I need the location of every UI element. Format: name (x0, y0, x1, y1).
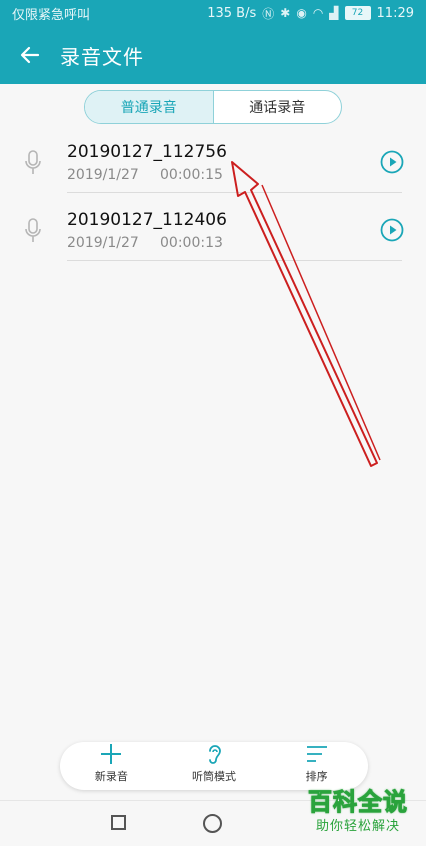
recording-type-tabs: 普通录音 通话录音 (84, 90, 342, 124)
plus-icon (101, 744, 122, 764)
ear-icon (209, 745, 221, 764)
recording-name: 20190127_112406 (67, 210, 227, 230)
recording-date: 2019/1/27 (67, 167, 139, 183)
recording-duration: 00:00:15 (160, 167, 223, 183)
annotation-arrow (231, 161, 381, 467)
microphone-icon (25, 218, 41, 242)
list-item[interactable]: 20190127_112406 2019/1/27 00:00:13 (0, 200, 426, 261)
status-time: 11:29 (376, 5, 414, 21)
new-recording-button[interactable]: 新录音 (66, 742, 156, 784)
tab-normal-recordings[interactable]: 普通录音 (85, 91, 214, 123)
eye-icon: ◉ (296, 6, 307, 20)
status-left-text: 仅限紧急呼叫 (12, 7, 91, 23)
sort-icon (306, 746, 327, 762)
recording-duration: 00:00:13 (160, 235, 223, 251)
wifi-icon: ◠ (312, 6, 324, 20)
back-button[interactable] (0, 26, 60, 84)
page-title: 录音文件 (60, 44, 144, 69)
bluetooth-icon: ✱ (280, 6, 291, 20)
home-button[interactable] (203, 814, 222, 833)
signal-icon: ▟ (329, 6, 339, 20)
status-bar: 仅限紧急呼叫 135 B/s Ⓝ ✱ ◉ ◠ ▟ 72 11:29 (0, 0, 426, 26)
watermark-subtitle: 助你轻松解决 (315, 819, 400, 834)
status-right: 135 B/s Ⓝ ✱ ◉ ◠ ▟ 72 11:29 (207, 5, 414, 22)
microphone-icon (25, 150, 41, 174)
sort-button[interactable]: 排序 (272, 742, 362, 784)
app-bar: 录音文件 (0, 26, 426, 84)
nfc-icon: Ⓝ (262, 6, 275, 21)
watermark-title: 百科全说 (308, 788, 408, 817)
play-button[interactable] (380, 150, 404, 174)
watermark-logo: 百科全说 助你轻松解决 (298, 782, 418, 840)
play-button[interactable] (380, 218, 404, 242)
earpiece-mode-button[interactable]: 听筒模式 (169, 742, 259, 784)
back-arrow-icon (20, 46, 40, 64)
recording-list: 20190127_112756 2019/1/27 00:00:15 20190… (0, 132, 426, 268)
recent-apps-button[interactable] (111, 815, 126, 830)
earpiece-mode-label: 听筒模式 (191, 770, 236, 783)
tab-call-recordings[interactable]: 通话录音 (214, 91, 342, 123)
list-item[interactable]: 20190127_112756 2019/1/27 00:00:15 (0, 132, 426, 193)
row-divider (67, 192, 402, 193)
row-divider (67, 260, 402, 261)
recording-date: 2019/1/27 (67, 235, 139, 251)
network-speed: 135 B/s (207, 5, 257, 21)
battery-icon: 72 (344, 6, 371, 20)
recording-name: 20190127_112756 (67, 142, 227, 162)
new-recording-label: 新录音 (94, 770, 128, 783)
